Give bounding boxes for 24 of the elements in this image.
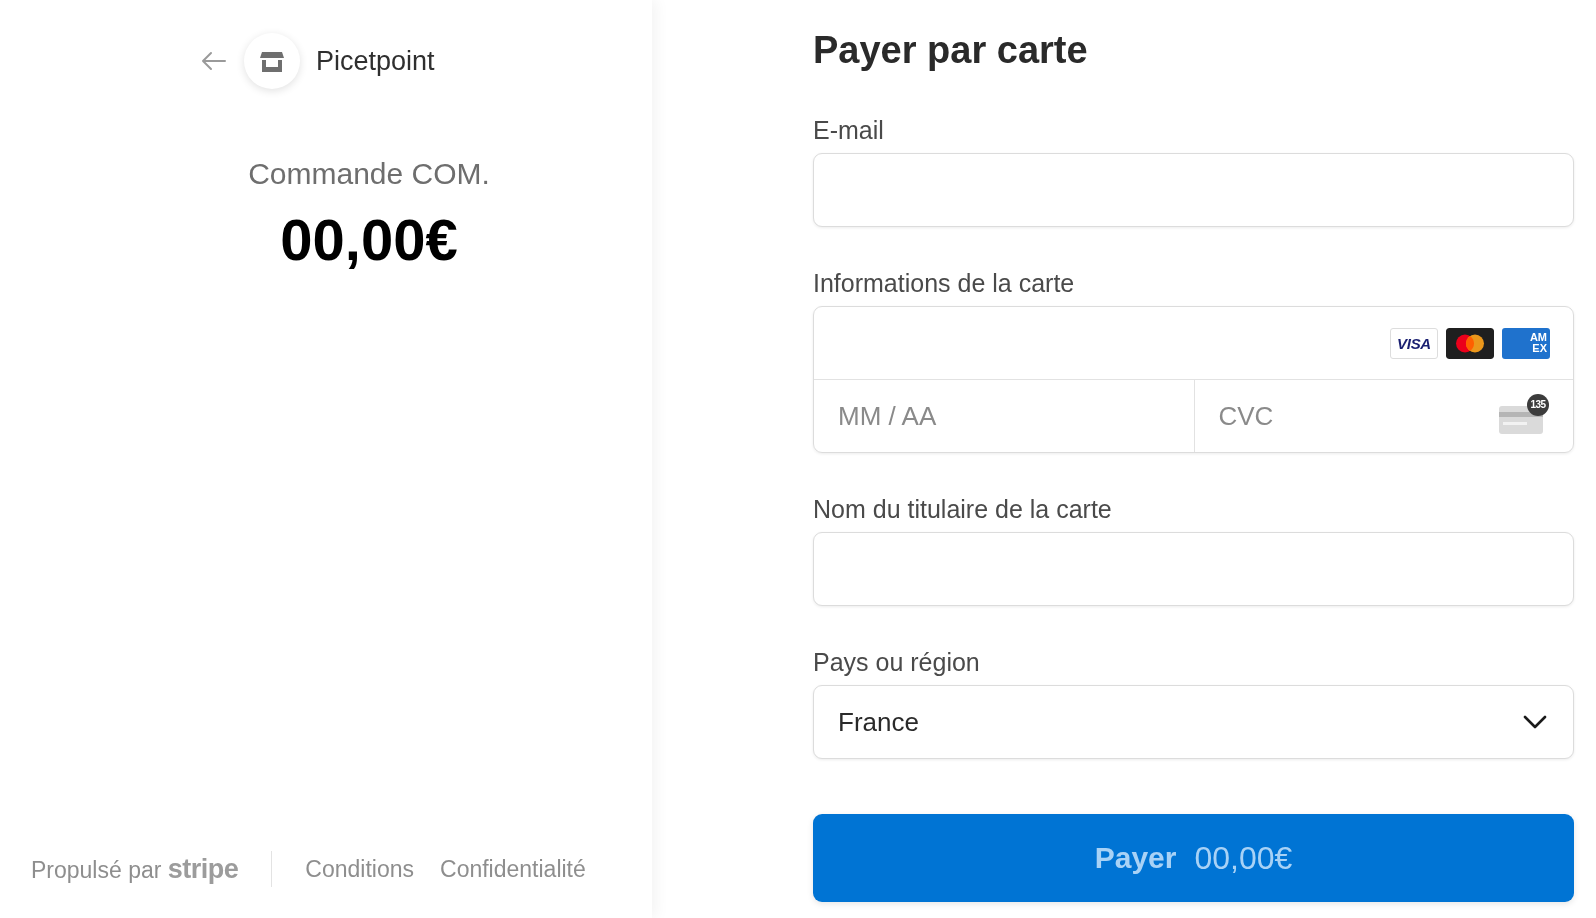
text-input-field[interactable]: [813, 532, 1574, 606]
order-title: Commande COM.: [248, 156, 490, 192]
store-icon: [244, 33, 300, 89]
mastercard-icon: [1446, 327, 1494, 359]
order-amount: 00,00€: [280, 208, 458, 272]
footer-link[interactable]: Conditions: [305, 855, 415, 883]
country-select[interactable]: France: [813, 685, 1574, 759]
cvc-field[interactable]: CVC: [1194, 380, 1499, 452]
expiry-field[interactable]: MM / AA: [814, 380, 1194, 452]
back-arrow-icon[interactable]: [200, 51, 226, 71]
field-label: Informations de la carte: [813, 269, 1075, 297]
visa-logo: VISA: [1390, 327, 1438, 359]
chevron-down-icon: [1523, 715, 1547, 729]
pay-button[interactable]: Payer 00,00€: [813, 814, 1574, 902]
amex-logo: AM EX: [1502, 327, 1550, 359]
footer-link[interactable]: Confidentialité: [440, 855, 586, 883]
field-label: E-mail: [813, 116, 884, 144]
merchant-name: Picetpoint: [316, 45, 435, 77]
field-label: Nom du titulaire de la carte: [813, 495, 1112, 523]
text-input-field[interactable]: [813, 153, 1574, 227]
cvc-badge: 135: [1527, 394, 1549, 416]
field-label: Pays ou région: [813, 648, 980, 676]
form-title: Payer par carte: [813, 28, 1088, 73]
powered-by-text: Propulsé par stripe: [31, 853, 239, 885]
